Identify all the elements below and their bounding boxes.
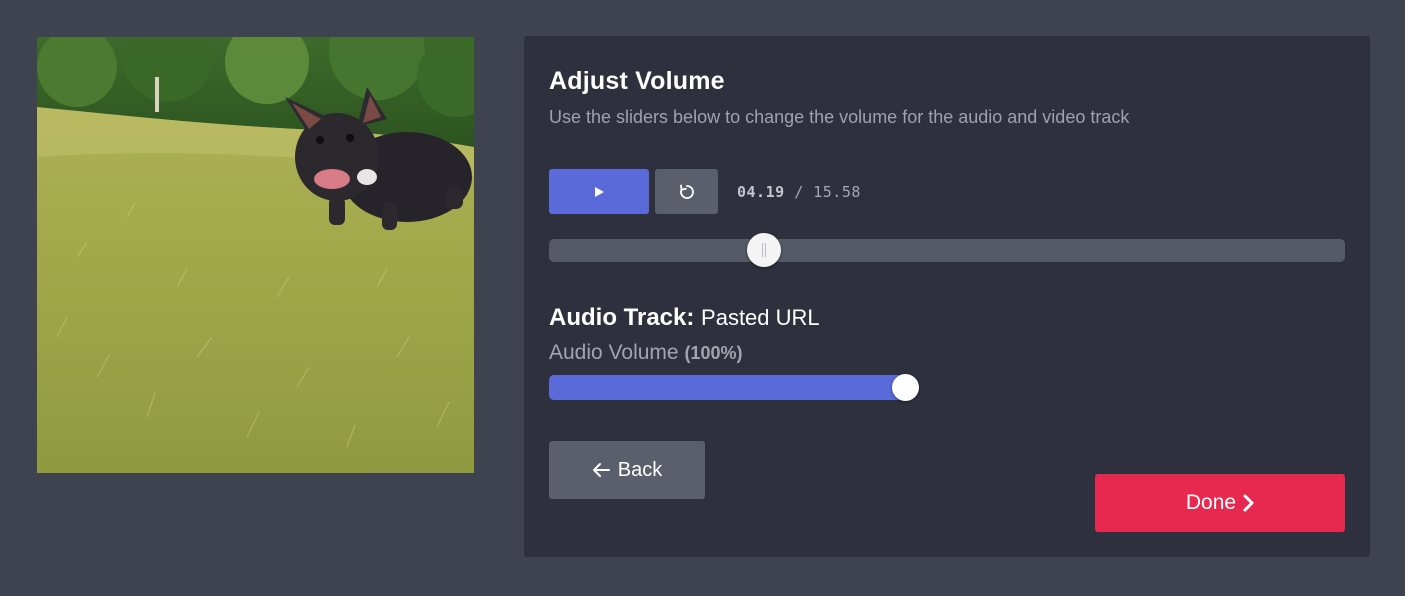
restart-button[interactable] <box>655 169 718 214</box>
audio-volume-label: Audio Volume <box>549 341 679 364</box>
done-button-label: Done <box>1185 491 1237 514</box>
seek-slider[interactable] <box>549 233 1345 267</box>
audio-volume-slider[interactable] <box>549 374 919 401</box>
adjust-volume-panel: Adjust Volume Use the sliders below to c… <box>524 36 1370 557</box>
seek-slider-handle[interactable] <box>746 233 781 267</box>
panel-subtitle: Use the sliders below to change the volu… <box>549 107 1130 127</box>
audio-track-heading: Audio Track: Pasted URL <box>549 304 820 332</box>
current-time: 04.19 <box>737 183 785 201</box>
play-icon <box>593 186 605 198</box>
arrow-left-icon <box>592 462 610 478</box>
total-time: 15.58 <box>813 183 861 201</box>
restart-icon <box>678 183 696 201</box>
audio-volume-handle[interactable] <box>892 374 919 401</box>
play-button[interactable] <box>549 169 649 214</box>
panel-title: Adjust Volume <box>549 67 725 95</box>
back-button[interactable]: Back <box>549 441 705 499</box>
playback-timecode: 04.19 / 15.58 <box>737 183 861 201</box>
dog-video-frame-image <box>37 37 474 473</box>
volume-editor-page: Adjust Volume Use the sliders below to c… <box>0 0 1405 596</box>
back-button-label: Back <box>617 458 663 481</box>
chevron-right-icon <box>1242 494 1254 512</box>
video-preview <box>37 37 474 473</box>
audio-volume-fill <box>549 375 907 400</box>
time-separator: / <box>794 183 804 201</box>
done-button[interactable]: Done <box>1095 474 1345 532</box>
audio-volume-heading: Audio Volume (100%) <box>549 341 742 365</box>
audio-volume-percent: (100%) <box>684 343 743 363</box>
audio-track-name: Pasted URL <box>701 305 820 330</box>
audio-track-label: Audio Track: <box>549 304 695 331</box>
